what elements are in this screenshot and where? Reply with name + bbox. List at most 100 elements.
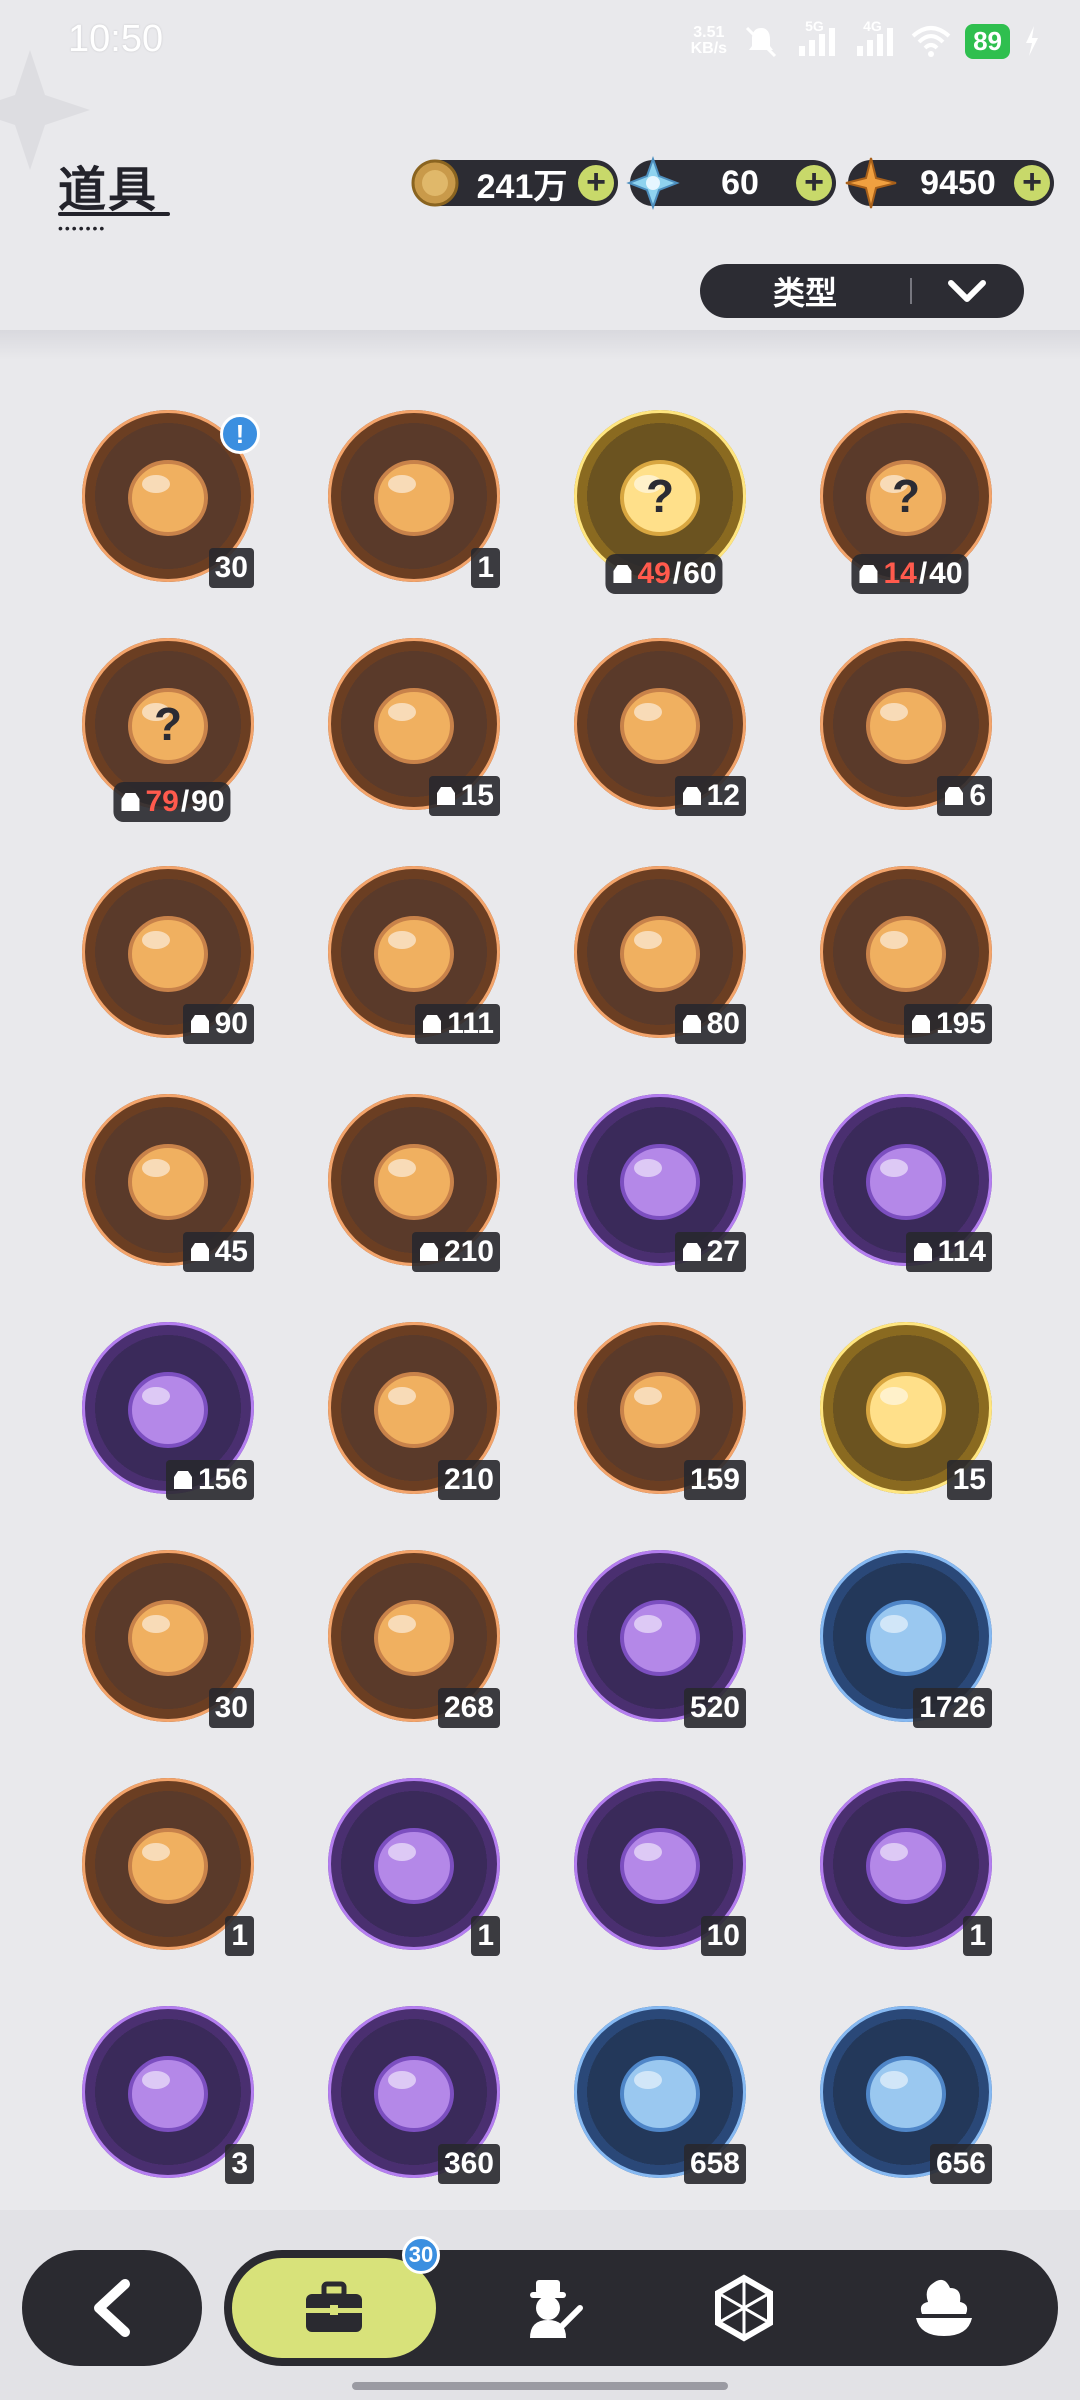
item-leaf-sprout-pet[interactable]: 27	[574, 1094, 754, 1274]
item-count-badge: 656	[929, 2144, 992, 2184]
item-white-cat-pet[interactable]: 80	[574, 866, 754, 1046]
item-rainbow-character-card[interactable]: 30	[82, 1550, 262, 1730]
back-arrow-icon	[94, 2279, 130, 2337]
add-star-shards-button[interactable]: +	[1014, 165, 1050, 201]
item-purple-crystal-tablet[interactable]: 1	[328, 410, 508, 590]
tab-dessert[interactable]	[844, 2250, 1044, 2366]
item-count-badge: 79/90	[113, 782, 231, 822]
svg-text:?: ?	[154, 698, 182, 750]
item-count: 1	[969, 1919, 986, 1952]
tab-character[interactable]	[450, 2250, 650, 2366]
item-count: 3	[231, 2147, 248, 2180]
item-gift-box[interactable]: 1	[328, 1778, 508, 1958]
item-knight-helmet-pet[interactable]: 111	[328, 866, 508, 1046]
item-golden-character-card[interactable]: 15	[820, 1322, 1000, 1502]
net-speed: 3.51 KB/s	[690, 24, 728, 57]
item-white-red-cat-pet[interactable]: 6	[820, 638, 1000, 818]
svg-text:?: ?	[892, 470, 920, 522]
home-indicator[interactable]	[352, 2382, 728, 2390]
item-count: 210	[443, 1235, 494, 1268]
item-count-badge: 1	[471, 548, 500, 588]
fragment-icon	[911, 1015, 930, 1033]
item-count-badge: 210	[411, 1232, 500, 1272]
signal-5g-icon: 5G	[795, 18, 839, 58]
currency-value: 241万	[476, 167, 568, 206]
item-golden-helmet[interactable]: 10	[574, 1778, 754, 1958]
item-mystery-pet-brown[interactable]: ? 79/90	[82, 638, 262, 822]
item-count: 45	[214, 1235, 248, 1268]
header-shadow	[0, 330, 1080, 360]
magic-mirror-icon	[866, 1828, 946, 1904]
item-count-badge: 30	[208, 1688, 254, 1728]
item-count: 360	[443, 2147, 494, 2180]
mute-bell-icon	[746, 26, 777, 58]
item-count: 111	[447, 1007, 494, 1040]
item-orange-character-card[interactable]: 268	[328, 1550, 508, 1730]
currency-star-shards: 9450 +	[845, 157, 1054, 209]
item-peach-fruit[interactable]: 360	[328, 2006, 508, 2186]
item-brown-boar-pet[interactable]: 114	[820, 1094, 1000, 1274]
item-count-badge: 30	[208, 548, 254, 588]
bag-icon	[306, 2281, 362, 2332]
item-blue-star-crystal[interactable]: 159	[574, 1322, 754, 1502]
item-count-badge: 210	[437, 1460, 500, 1500]
item-count: 268	[443, 1691, 494, 1724]
item-mystery-pet-orange[interactable]: ? 14/40	[820, 410, 1000, 594]
teal-bird-pet-icon	[620, 688, 700, 764]
add-coins-button[interactable]: +	[578, 165, 614, 201]
boxing-glove-icon	[866, 2056, 946, 2132]
item-brown-bear-pet[interactable]: 90	[82, 866, 262, 1046]
yellow-blob-pet-icon	[128, 1372, 208, 1448]
title-dots: •••••••	[58, 220, 107, 236]
item-count: 1	[477, 551, 494, 584]
item-shovel[interactable]: 658	[574, 2006, 754, 2186]
add-crystals-button[interactable]: +	[796, 165, 832, 201]
item-purple-character-card[interactable]: 520	[574, 1550, 754, 1730]
brown-boar-pet-icon	[866, 1144, 946, 1220]
item-count: 30	[214, 551, 248, 584]
fragment-icon	[121, 793, 140, 811]
purple-crystal-tablet-icon	[374, 460, 454, 536]
item-teal-bird-pet[interactable]: 12	[574, 638, 754, 818]
item-spell-book[interactable]: 1	[82, 1778, 262, 1958]
item-blue-character-card[interactable]: 1726	[820, 1550, 1000, 1730]
item-count: 15	[952, 1463, 986, 1496]
golden-helmet-icon	[620, 1828, 700, 1904]
chevron-down-icon	[912, 264, 1022, 318]
tab-crystal[interactable]	[644, 2250, 844, 2366]
item-white-chick-pet[interactable]: 15	[328, 638, 508, 818]
item-lilac-cat-pet[interactable]: 210	[328, 1094, 508, 1274]
currency-value: 60	[721, 163, 759, 202]
coin-icon	[411, 159, 459, 207]
mystery-pet-orange-icon: ?	[866, 460, 946, 536]
tab-bag[interactable]	[228, 2254, 440, 2362]
svg-text:?: ?	[646, 470, 674, 522]
item-treasure-chest[interactable]: 30!	[82, 410, 262, 590]
wifi-icon	[911, 26, 951, 57]
item-magic-mirror[interactable]: 1	[820, 1778, 1000, 1958]
new-item-alert-icon: !	[220, 414, 260, 454]
item-count-badge: 156	[165, 1460, 254, 1500]
back-button[interactable]	[22, 2250, 202, 2366]
item-boxing-glove[interactable]: 656	[820, 2006, 1000, 2186]
item-dark-bear-pet[interactable]: 45	[82, 1094, 262, 1274]
white-chick-pet-icon	[374, 688, 454, 764]
item-pink-star-crystal[interactable]: 210	[328, 1322, 508, 1502]
item-scroll[interactable]: 3	[82, 2006, 262, 2186]
blue-character-card-icon	[866, 1600, 946, 1676]
type-filter-dropdown[interactable]: 类型	[700, 264, 1024, 318]
currency-coins: 241万 +	[411, 159, 618, 207]
fragment-icon	[682, 1015, 701, 1033]
item-yellow-blob-pet[interactable]: 156	[82, 1322, 262, 1502]
pink-star-crystal-icon	[374, 1372, 454, 1448]
item-mystery-pet-gold[interactable]: ? 49/60	[574, 410, 754, 594]
item-count-badge: 1	[471, 1916, 500, 1956]
item-count-badge: 10	[700, 1916, 746, 1956]
signal-4g-icon: 4G	[853, 18, 897, 58]
fragment-icon	[190, 1243, 209, 1261]
required-count: 60	[683, 557, 717, 590]
item-striped-cat-pet[interactable]: 195	[820, 866, 1000, 1046]
item-count-badge: 1	[963, 1916, 992, 1956]
blue-star-crystal-icon	[620, 1372, 700, 1448]
item-count-badge: 6	[937, 776, 992, 816]
